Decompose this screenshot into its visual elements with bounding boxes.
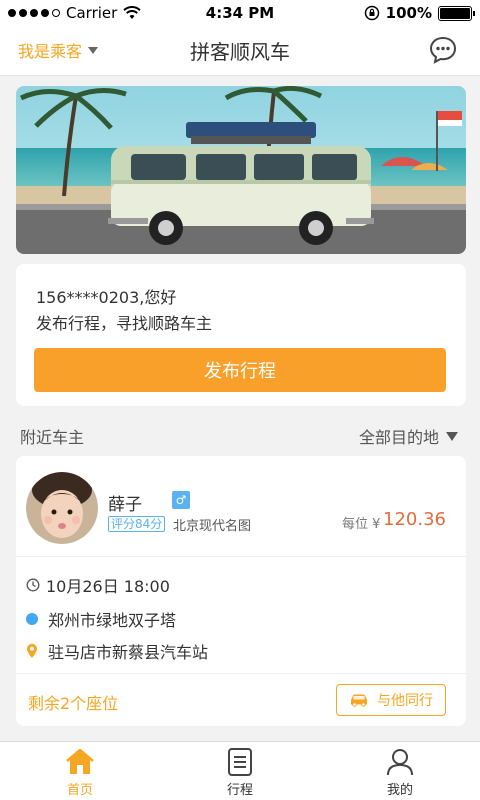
status-left: Carrier (8, 4, 168, 22)
carrier-label: Carrier (66, 4, 118, 22)
origin-dot-icon (26, 613, 38, 625)
tab-trips[interactable]: 行程 (160, 742, 320, 800)
nav-bar: 我是乘客 拼客顺风车 (0, 26, 480, 76)
destination-text: 驻马店市新蔡县汽车站 (48, 643, 209, 662)
home-icon (66, 748, 94, 774)
status-time: 4:34 PM (205, 4, 275, 22)
location-pin-icon (27, 643, 37, 658)
message-icon[interactable] (428, 35, 458, 65)
battery-percent: 100% (385, 4, 432, 22)
divider (16, 673, 466, 674)
publish-trip-button[interactable]: 发布行程 (34, 348, 446, 392)
divider (16, 556, 466, 557)
wifi-icon (123, 6, 142, 19)
driver-name: 薛子 (108, 495, 142, 515)
banner-image[interactable] (16, 86, 466, 254)
clock-icon (26, 578, 40, 592)
ride-with-him-button[interactable]: 与他同行 (336, 684, 446, 716)
destination-row: 驻马店市新蔡县汽车站 (26, 639, 208, 663)
tab-home-label: 首页 (66, 783, 93, 798)
driver-card[interactable]: 薛子 ♂ 评分84分 北京现代名图 每位 ¥ 120.36 10月26日 18:… (16, 456, 466, 726)
van-illustration (16, 86, 466, 254)
prompt-text: 发布行程，寻找顺路车主 (36, 314, 213, 333)
welcome-card: 156****0203,您好 发布行程，寻找顺路车主 发布行程 (16, 264, 466, 406)
nearby-drivers-title: 附近车主 (20, 428, 85, 447)
car-model: 北京现代名图 (173, 519, 252, 534)
list-icon (228, 748, 252, 776)
destination-filter[interactable]: 全部目的地 (359, 424, 458, 448)
departure-time: 10月26日 18:00 (46, 577, 170, 596)
tab-mine-label: 我的 (386, 783, 413, 798)
status-right: 100% (312, 4, 475, 22)
price-label: 每位 ¥ (342, 517, 381, 532)
battery-fill (440, 7, 470, 19)
destination-filter-label: 全部目的地 (358, 428, 439, 447)
rating-badge: 评分84分 (108, 516, 166, 532)
tab-mine[interactable]: 我的 (320, 742, 480, 800)
tab-trips-label: 行程 (226, 783, 253, 798)
departure-time-row: 10月26日 18:00 (26, 573, 170, 597)
battery-icon (438, 5, 475, 21)
greeting-text: 156****0203,您好 (36, 288, 177, 307)
car-icon (351, 694, 367, 707)
signal-icon (8, 9, 60, 17)
avatar[interactable] (26, 472, 98, 544)
tab-bar: 首页 行程 我的 (0, 741, 480, 800)
status-bar: Carrier 4:34 PM 100% (0, 0, 480, 26)
origin-text: 郑州市绿地双子塔 (48, 611, 177, 630)
origin-row: 郑州市绿地双子塔 (26, 607, 176, 631)
page-title: 拼客顺风车 (190, 40, 290, 64)
rotation-lock-icon (364, 5, 379, 21)
male-icon: ♂ (172, 491, 190, 509)
tab-home[interactable]: 首页 (0, 742, 160, 800)
chevron-down-icon (446, 431, 458, 441)
price-value: 120.36 (383, 509, 446, 530)
seats-remaining: 剩余2个座位 (28, 694, 119, 713)
user-icon (387, 749, 413, 776)
ride-with-him-label: 与他同行 (377, 693, 433, 709)
